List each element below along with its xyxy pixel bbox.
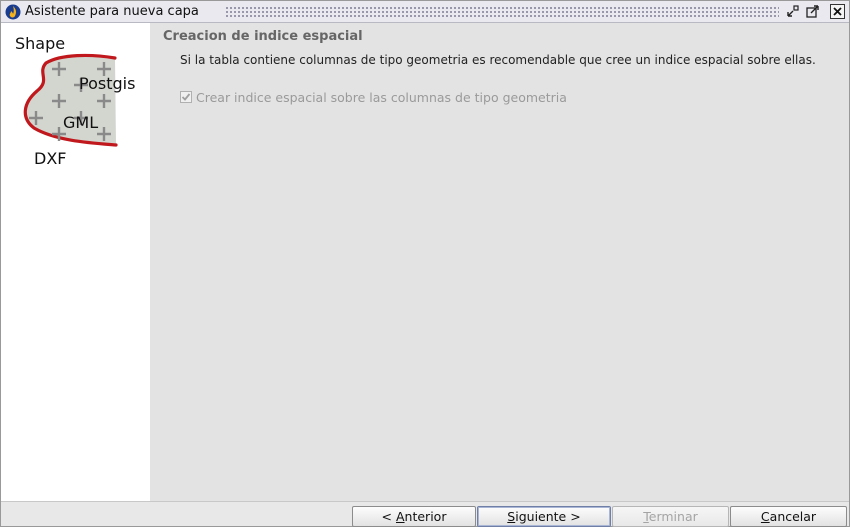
title-bar[interactable]: Asistente para nueva capa xyxy=(1,1,849,23)
wizard-window: Asistente para nueva capa Shape Postgis … xyxy=(0,0,850,527)
section-description: Si la tabla contiene columnas de tipo ge… xyxy=(180,53,816,67)
format-label-gml: GML xyxy=(63,113,99,132)
wizard-side-image: Shape Postgis GML DXF xyxy=(1,23,150,501)
spatial-index-checkbox[interactable]: Crear indice espacial sobre las columnas… xyxy=(180,89,567,105)
restore-down-icon[interactable] xyxy=(785,4,800,19)
button-bar: < Anterior Siguiente > Terminar Cancelar xyxy=(1,501,849,527)
close-icon[interactable] xyxy=(830,4,845,19)
format-label-postgis: Postgis xyxy=(79,74,136,93)
title-bar-grip xyxy=(225,6,779,18)
wizard-content: Creacion de indice espacial Si la tabla … xyxy=(150,23,849,501)
finish-button[interactable]: Terminar xyxy=(612,506,729,527)
cancel-button[interactable]: Cancelar xyxy=(730,506,847,527)
maximize-icon[interactable] xyxy=(805,4,820,19)
format-label-shape: Shape xyxy=(15,34,66,53)
previous-button[interactable]: < Anterior xyxy=(352,506,476,527)
next-button[interactable]: Siguiente > xyxy=(477,506,611,527)
checkbox-box[interactable] xyxy=(180,91,192,103)
gvsig-flame-icon xyxy=(5,4,21,20)
checkbox-label: Crear indice espacial sobre las columnas… xyxy=(196,89,567,105)
section-title: Creacion de indice espacial xyxy=(163,29,363,44)
window-title: Asistente para nueva capa xyxy=(25,4,199,19)
format-label-dxf: DXF xyxy=(34,149,67,168)
checkmark-icon xyxy=(181,93,191,101)
